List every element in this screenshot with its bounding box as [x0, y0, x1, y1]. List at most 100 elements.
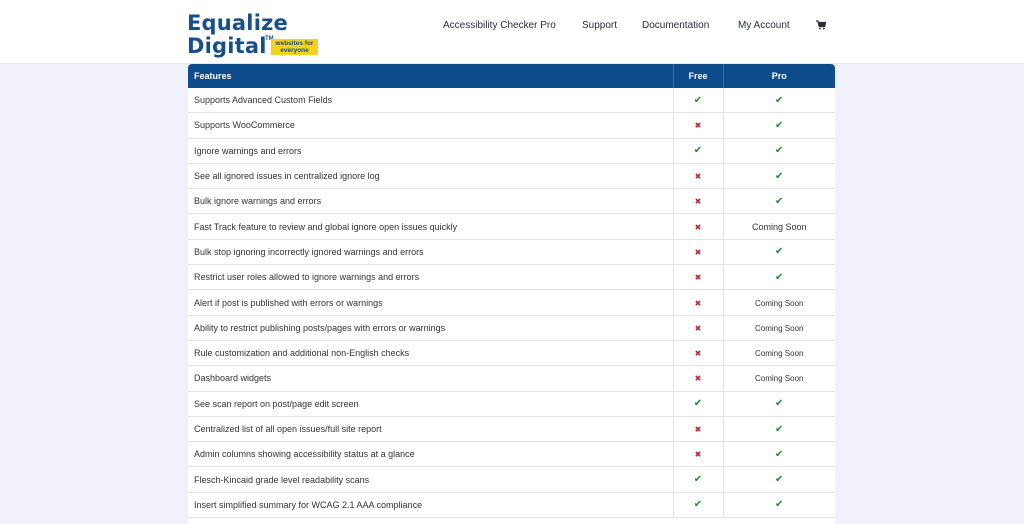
feature-name: See scan report on post/page edit screen: [188, 391, 673, 417]
cross-icon: ✖: [694, 323, 702, 333]
table-row: See all ignored issues in centralized ig…: [188, 163, 835, 190]
pro-cell: ✔: [722, 264, 835, 291]
logo-word-digital: Digital: [187, 34, 267, 58]
coming-soon-label: Coming Soon: [755, 298, 804, 308]
free-cell: ✖: [672, 315, 723, 341]
cross-icon: ✖: [694, 222, 702, 232]
table-row: Dashboard widgets ✖ Coming Soon: [188, 365, 835, 392]
checkmark-icon: ✔: [693, 499, 703, 511]
coming-soon-label: Coming Soon: [755, 349, 804, 359]
nav-link-my-account[interactable]: My Account: [738, 19, 790, 33]
pro-cell: ✔: [722, 88, 835, 114]
feature-name: Ability to restrict publishing posts/pag…: [188, 315, 673, 341]
free-cell: ✖: [672, 365, 723, 392]
feature-name: Rule customization and additional non-En…: [188, 340, 673, 367]
free-cell: ✖: [672, 289, 723, 316]
feature-name: Admin columns showing accessibility stat…: [188, 441, 673, 468]
checkmark-icon: ✔: [775, 145, 784, 157]
checkmark-icon: ✔: [775, 195, 784, 207]
table-row: Supports Advanced Custom Fields ✔ ✔: [188, 88, 835, 114]
feature-name: Alert if post is published with errors o…: [188, 289, 673, 316]
nav-link-support[interactable]: Support: [582, 19, 617, 33]
checkmark-icon: ✔: [775, 94, 784, 106]
pro-cell: Coming Soon: [722, 340, 835, 367]
pro-cell: ✔: [722, 391, 835, 417]
table-row: Supports WooCommerce ✖ ✔: [188, 112, 835, 139]
feature-name: Ignore warnings and errors: [188, 138, 673, 164]
feature-name: See all ignored issues in centralized ig…: [188, 163, 673, 190]
table-row: Bulk stop ignoring incorrectly ignored w…: [188, 239, 835, 266]
checkmark-icon: ✔: [693, 398, 703, 410]
table-row: See scan report on post/page edit screen…: [188, 391, 835, 417]
checkmark-icon: ✔: [775, 448, 784, 460]
pro-cell: ✔: [722, 239, 835, 266]
feature-name: Flesch-Kincaid grade level readability s…: [188, 466, 673, 493]
checkmark-icon: ✔: [775, 423, 784, 435]
free-cell: ✖: [672, 239, 723, 266]
free-cell: ✖: [672, 163, 723, 190]
free-cell: ✖: [672, 188, 723, 215]
free-cell: ✔: [672, 391, 723, 417]
table-row: Admin columns showing accessibility stat…: [188, 441, 835, 468]
feature-name: Bulk stop ignoring incorrectly ignored w…: [188, 239, 673, 266]
pro-cell: ✔: [722, 416, 835, 443]
feature-name: Bulk ignore warnings and errors: [188, 188, 673, 215]
checkmark-icon: ✔: [775, 246, 784, 258]
site-header: Equalize Digital TM websites for everyon…: [0, 0, 1024, 64]
logo-tagline: websites for everyone: [271, 39, 318, 55]
cross-icon: ✖: [694, 450, 702, 460]
checkmark-icon: ✔: [693, 474, 703, 486]
pro-cell: ✔: [722, 163, 835, 190]
pro-cell: Coming Soon: [722, 213, 835, 240]
cross-icon: ✖: [694, 349, 702, 359]
cross-icon: ✖: [694, 298, 702, 308]
logo-word-equalize: Equalize: [187, 11, 288, 35]
feature-name: Fast Track feature to review and global …: [188, 213, 673, 240]
column-header-pro: Pro: [722, 64, 835, 88]
coming-soon-label: Coming Soon: [751, 221, 807, 232]
checkmark-icon: ✔: [775, 170, 784, 182]
free-cell: ✖: [672, 112, 723, 139]
cross-icon: ✖: [694, 425, 702, 434]
feature-name: Centralized list of all open issues/full…: [188, 416, 673, 443]
pro-cell: ✔: [722, 112, 835, 139]
checkmark-icon: ✔: [693, 94, 703, 106]
column-header-features: Features: [188, 64, 673, 88]
checkmark-icon: ✔: [775, 499, 784, 511]
feature-name: Restrict user roles allowed to ignore wa…: [188, 264, 673, 291]
table-row: Insert simplified summary for WCAG 2.1 A…: [188, 492, 835, 519]
equalize-digital-logo[interactable]: Equalize Digital TM websites for everyon…: [187, 12, 327, 60]
table-row: Bulk ignore warnings and errors ✖ ✔: [188, 188, 835, 215]
checkmark-icon: ✔: [775, 119, 784, 131]
pro-cell: ✔: [722, 138, 835, 164]
pro-cell: ✔: [722, 492, 835, 519]
table-row: Ability to restrict publishing posts/pag…: [188, 315, 835, 341]
feature-name: Insert simplified summary for WCAG 2.1 A…: [188, 492, 673, 519]
table-row: Ignore warnings and errors ✔ ✔: [188, 138, 835, 164]
cross-icon: ✖: [694, 197, 702, 207]
pro-cell: Coming Soon: [722, 315, 835, 341]
checkmark-icon: ✔: [693, 145, 703, 157]
cross-icon: ✖: [694, 172, 702, 182]
free-cell: ✖: [672, 441, 723, 468]
table-row: Restrict user roles allowed to ignore wa…: [188, 264, 835, 291]
free-cell: ✖: [672, 264, 723, 291]
shopping-cart-icon[interactable]: [816, 20, 826, 30]
checkmark-icon: ✔: [775, 398, 784, 410]
cross-icon: ✖: [694, 247, 702, 257]
nav-link-documentation[interactable]: Documentation: [642, 19, 709, 33]
pro-cell: ✔: [722, 441, 835, 468]
table-row: Centralized list of all open issues/full…: [188, 416, 835, 443]
free-cell: ✖: [672, 416, 723, 443]
table-row: Flesch-Kincaid grade level readability s…: [188, 466, 835, 493]
pro-cell: ✔: [722, 466, 835, 493]
pro-cell: ✔: [722, 188, 835, 215]
coming-soon-label: Coming Soon: [755, 323, 804, 333]
nav-link-accessibility-checker-pro[interactable]: Accessibility Checker Pro: [443, 19, 556, 33]
free-cell: ✔: [672, 88, 723, 114]
free-cell: ✔: [672, 492, 723, 519]
feature-comparison-table: Features Free Pro Supports Advanced Cust…: [188, 64, 835, 524]
pro-cell: Coming Soon: [722, 289, 835, 316]
checkmark-icon: ✔: [775, 474, 784, 486]
table-row: Fast Track feature to review and global …: [188, 213, 835, 240]
